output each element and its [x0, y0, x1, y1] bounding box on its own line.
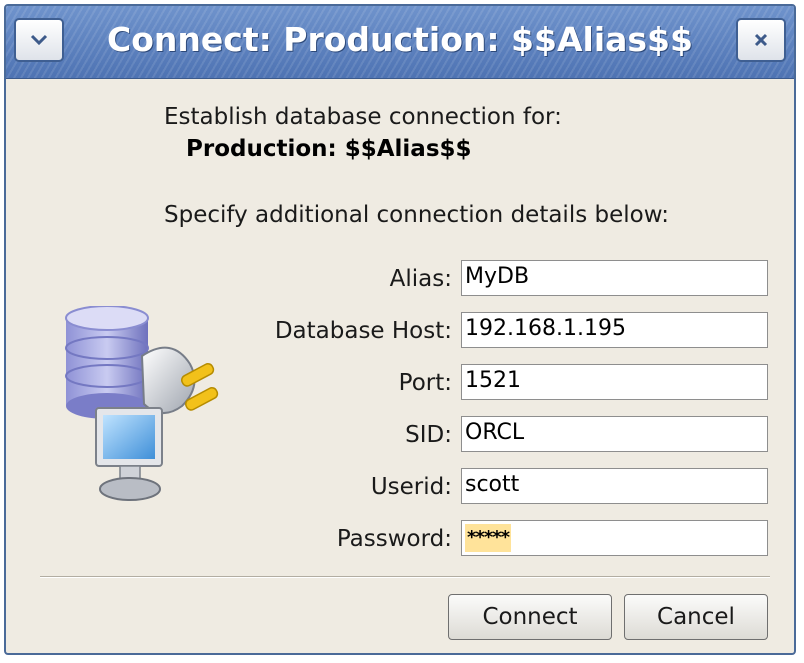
- title-bar[interactable]: Connect: Production: $$Alias$$: [6, 6, 794, 79]
- cancel-button[interactable]: Cancel: [624, 594, 768, 640]
- separator: [40, 576, 770, 578]
- password-field[interactable]: *****: [461, 520, 768, 556]
- userid-row: Userid: scott: [6, 468, 794, 508]
- connection-name: Production: $$Alias$$: [186, 136, 472, 162]
- close-button[interactable]: [736, 18, 786, 62]
- userid-label: Userid:: [370, 474, 452, 500]
- sid-label: SID:: [405, 422, 452, 448]
- alias-field[interactable]: MyDB: [461, 260, 768, 296]
- connect-dialog: Connect: Production: $$Alias$$ Establish…: [4, 4, 796, 655]
- password-label: Password:: [336, 526, 452, 552]
- alias-label: Alias:: [389, 266, 452, 292]
- connect-button[interactable]: Connect: [448, 594, 612, 640]
- instruction-text: Specify additional connection details be…: [164, 202, 670, 228]
- userid-field[interactable]: scott: [461, 468, 768, 504]
- alias-row: Alias: MyDB: [6, 260, 794, 300]
- sid-row: SID: ORCL: [6, 416, 794, 456]
- host-row: Database Host: 192.168.1.195: [6, 312, 794, 352]
- database-host-label: Database Host:: [274, 318, 452, 344]
- window-title: Connect: Production: $$Alias$$: [107, 20, 693, 59]
- close-icon: [754, 33, 768, 47]
- database-host-field[interactable]: 192.168.1.195: [461, 312, 768, 348]
- port-field[interactable]: 1521: [461, 364, 768, 400]
- intro-text: Establish database connection for:: [164, 104, 562, 130]
- port-label: Port:: [398, 370, 452, 396]
- port-row: Port: 1521: [6, 364, 794, 404]
- password-masked-value: *****: [465, 524, 512, 552]
- sid-field[interactable]: ORCL: [461, 416, 768, 452]
- password-row: Password: *****: [6, 520, 794, 560]
